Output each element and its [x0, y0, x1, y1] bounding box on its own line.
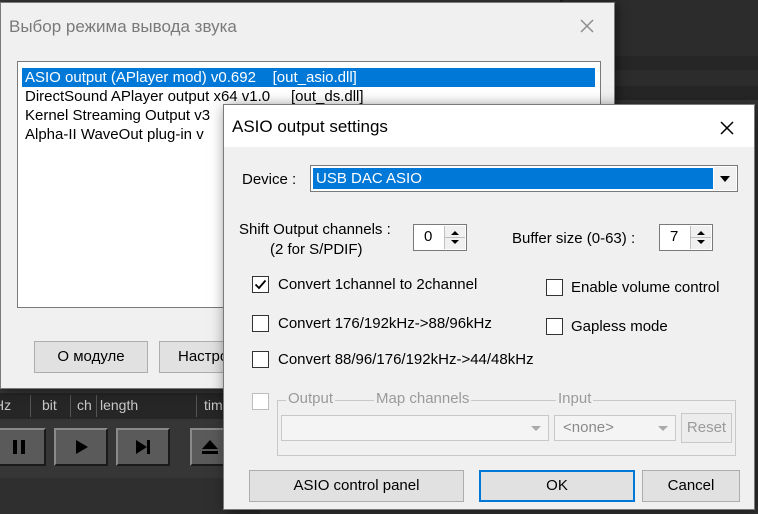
- checkmark-icon: [254, 279, 267, 290]
- map-channels-group: Output Map channels Input <none> Reset: [277, 390, 736, 456]
- shift-output-value: 0: [424, 228, 433, 245]
- settings-button[interactable]: Настро: [159, 341, 229, 373]
- plugin-list-item[interactable]: ASIO output (APlayer mod) v0.692 [out_as…: [22, 68, 595, 87]
- convert-1ch-label[interactable]: Convert 1channel to 2channel: [278, 276, 477, 293]
- pause-button[interactable]: [0, 428, 46, 466]
- convert-176-checkbox[interactable]: [252, 315, 269, 332]
- shift-output-label: Shift Output channels :: [239, 221, 391, 238]
- input-channel-select[interactable]: <none>: [554, 415, 676, 441]
- chevron-down-icon: [720, 176, 730, 182]
- plugin-list-item[interactable]: Alpha-II WaveOut plug-in v: [22, 125, 204, 144]
- input-group-label: Input: [556, 390, 594, 407]
- spin-arrows-icon: [691, 231, 711, 244]
- eject-icon: [202, 440, 218, 454]
- dialog-titlebar: ASIO output settings: [224, 105, 754, 147]
- buffer-size-stepper[interactable]: 7: [659, 224, 713, 251]
- gapless-label[interactable]: Gapless mode: [571, 318, 668, 335]
- shift-output-stepper[interactable]: 0: [413, 224, 467, 251]
- ok-button[interactable]: OK: [479, 470, 635, 502]
- device-select[interactable]: USB DAC ASIO: [310, 165, 738, 192]
- enable-volume-label[interactable]: Enable volume control: [571, 279, 719, 296]
- convert-176-label[interactable]: Convert 176/192kHz->88/96kHz: [278, 315, 492, 332]
- device-label: Device :: [242, 171, 297, 188]
- output-channel-select[interactable]: [281, 415, 549, 441]
- chevron-down-icon: [658, 426, 668, 431]
- close-icon[interactable]: [714, 115, 740, 141]
- dialog-title: Выбор режима вывода звука: [9, 17, 237, 36]
- column-hz[interactable]: Hz: [0, 397, 11, 413]
- convert-88-checkbox[interactable]: [252, 351, 269, 368]
- next-button[interactable]: [116, 428, 170, 466]
- map-channels-group-label: Map channels: [374, 390, 472, 407]
- close-icon[interactable]: [574, 13, 600, 39]
- convert-1ch-checkbox[interactable]: [252, 276, 269, 293]
- reset-button[interactable]: Reset: [681, 413, 732, 443]
- buffer-size-value: 7: [670, 228, 679, 245]
- cancel-button[interactable]: Cancel: [642, 470, 740, 502]
- player-bottom-panel: [0, 478, 260, 514]
- next-icon: [136, 440, 150, 454]
- play-button[interactable]: [54, 428, 108, 466]
- about-button[interactable]: О модуле: [34, 341, 148, 373]
- output-group-label: Output: [286, 390, 336, 407]
- spin-arrows[interactable]: [444, 226, 465, 249]
- convert-88-label[interactable]: Convert 88/96/176/192kHz->44/48kHz: [278, 351, 534, 368]
- plugin-list-item[interactable]: Kernel Streaming Output v3: [22, 106, 210, 125]
- shift-output-sublabel: (2 for S/PDIF): [270, 241, 363, 258]
- spin-arrows[interactable]: [690, 226, 711, 249]
- transport-controls: [0, 428, 260, 472]
- device-dropdown-button[interactable]: [714, 167, 736, 190]
- enable-volume-checkbox[interactable]: [546, 279, 563, 296]
- buffer-size-label: Buffer size (0-63) :: [512, 230, 636, 247]
- output-dropdown-button[interactable]: [525, 417, 547, 439]
- spin-arrows-icon: [445, 231, 465, 244]
- column-length[interactable]: length: [100, 397, 138, 413]
- gapless-checkbox[interactable]: [546, 318, 563, 335]
- asio-control-panel-button[interactable]: ASIO control panel: [249, 470, 464, 502]
- input-channel-value: <none>: [563, 419, 614, 436]
- asio-settings-dialog: ASIO output settings Device : USB DAC AS…: [223, 104, 755, 510]
- chevron-down-icon: [531, 426, 541, 431]
- column-ch[interactable]: ch: [77, 397, 92, 413]
- dialog-title: ASIO output settings: [232, 117, 388, 136]
- column-bit[interactable]: bit: [42, 397, 57, 413]
- playlist-column-header: Hz bit ch length time: [0, 393, 260, 419]
- map-channels-checkbox[interactable]: [252, 393, 269, 410]
- input-dropdown-button[interactable]: [652, 417, 674, 439]
- play-icon: [76, 440, 88, 454]
- pause-icon: [13, 440, 25, 454]
- device-value: USB DAC ASIO: [313, 168, 713, 189]
